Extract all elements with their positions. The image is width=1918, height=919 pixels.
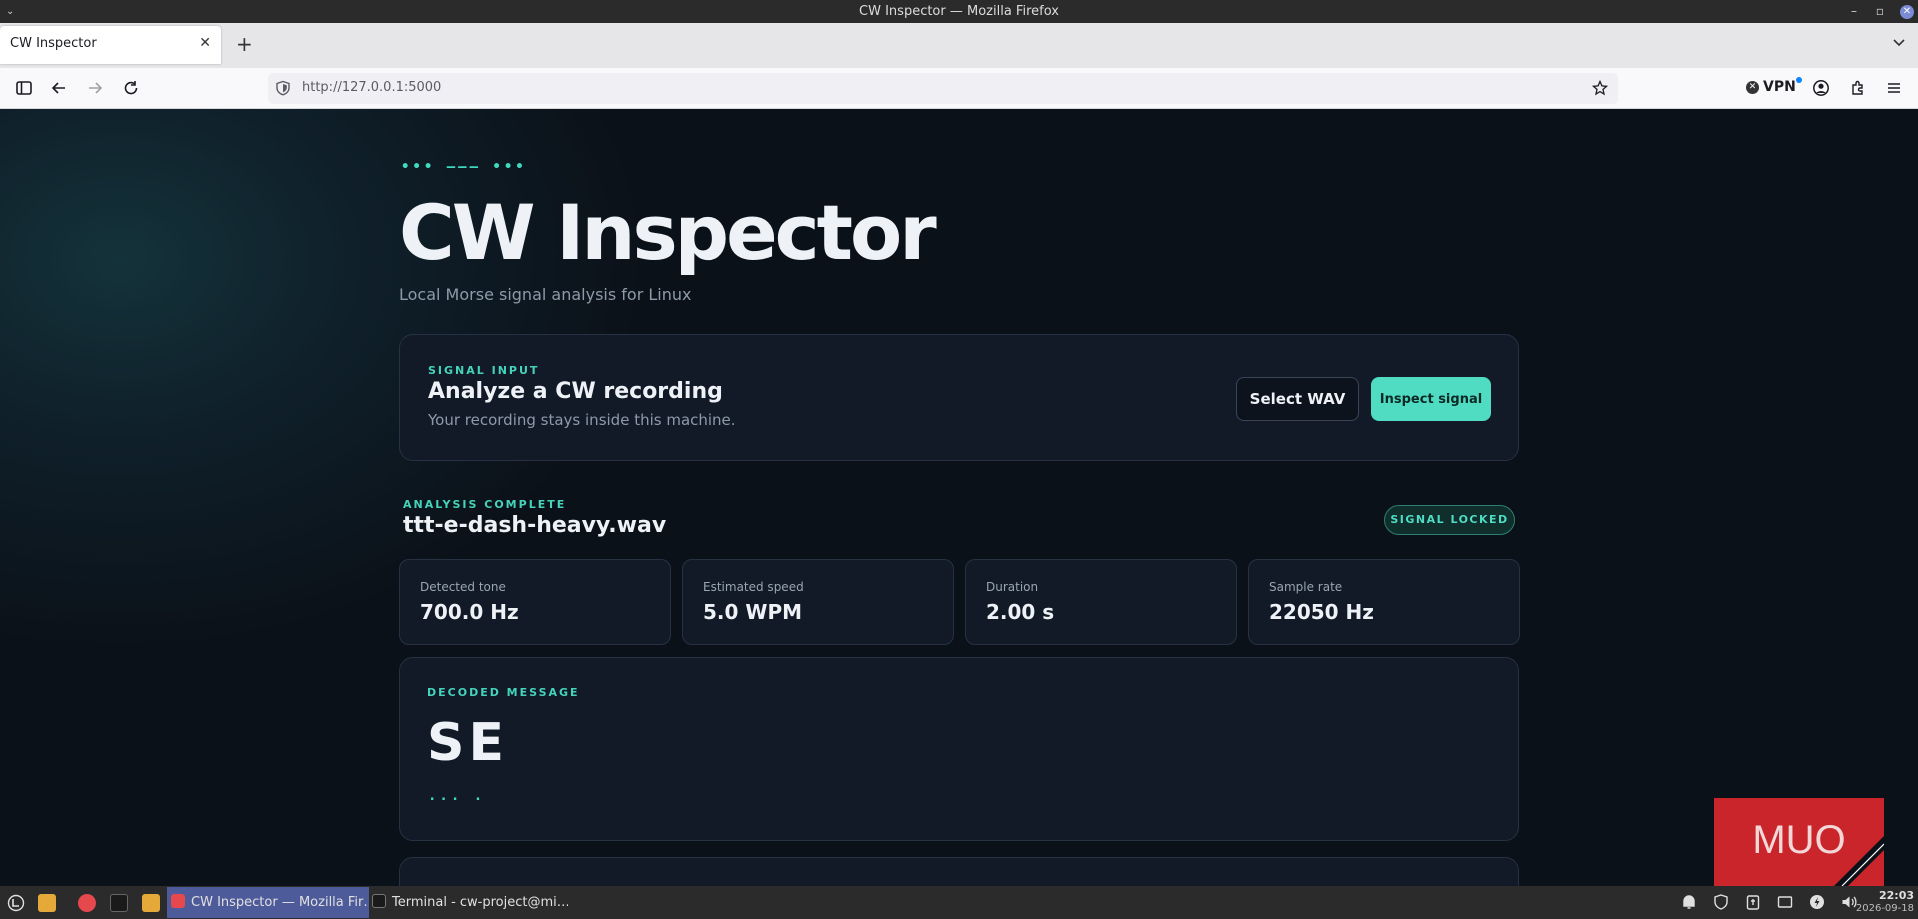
stat-card-sample-rate: Sample rate 22050 Hz [1248, 559, 1520, 645]
taskbar-task-firefox[interactable]: CW Inspector — Mozilla Fir… [167, 887, 369, 918]
files-launcher-icon[interactable] [38, 894, 56, 912]
analyzed-filename: ttt-e-dash-heavy.wav [403, 513, 667, 538]
decoded-message-text: SE [427, 713, 508, 773]
back-icon[interactable] [50, 79, 68, 97]
next-section-card [399, 857, 1519, 886]
decoded-morse-code: ... . [428, 788, 486, 804]
signal-input-eyebrow: SIGNAL INPUT [428, 364, 540, 377]
sidebar-toggle-icon[interactable] [15, 79, 33, 97]
page-viewport: ••• ––– ••• CW Inspector Local Morse sig… [0, 109, 1918, 886]
window-menu-button[interactable]: ⌄ [6, 0, 14, 23]
vpn-label: VPN [1763, 79, 1796, 95]
power-icon[interactable] [1808, 893, 1826, 911]
clock-date: 2026-09-18 [1855, 903, 1914, 914]
tab-strip: CW Inspector ✕ + [0, 23, 1918, 68]
firefox-task-icon [171, 894, 185, 908]
stat-card-detected-tone: Detected tone 700.0 Hz [399, 559, 671, 645]
start-menu-icon[interactable] [7, 894, 25, 912]
terminal-task-icon [372, 894, 386, 908]
signal-input-title: Analyze a CW recording [428, 379, 723, 404]
firefox-launcher-icon[interactable] [78, 894, 96, 912]
forward-icon[interactable] [86, 79, 104, 97]
tracking-protection-icon[interactable] [275, 80, 291, 96]
terminal-launcher-icon[interactable] [110, 894, 128, 912]
list-all-tabs-icon[interactable] [1892, 35, 1906, 49]
vpn-notification-dot [1795, 77, 1802, 83]
page-title: CW Inspector [399, 188, 937, 277]
window-title: CW Inspector — Mozilla Firefox [859, 4, 1059, 19]
stat-value: 700.0 Hz [420, 600, 519, 624]
reload-icon[interactable] [122, 79, 140, 97]
bookmark-star-icon[interactable] [1592, 80, 1608, 96]
select-wav-button[interactable]: Select WAV [1236, 377, 1359, 421]
window-titlebar: ⌄ CW Inspector — Mozilla Firefox – ▫ ✕ [0, 0, 1918, 23]
url-bar[interactable]: http://127.0.0.1:5000 [268, 73, 1618, 104]
morse-decoration: ••• ––– ••• [401, 159, 527, 175]
new-tab-button[interactable]: + [236, 33, 253, 55]
task-label: Terminal - cw-project@mi… [392, 895, 568, 910]
signal-input-subtitle: Your recording stays inside this machine… [428, 411, 736, 429]
task-label: CW Inspector — Mozilla Fir… [191, 895, 369, 910]
stat-value: 2.00 s [986, 600, 1055, 624]
url-text[interactable]: http://127.0.0.1:5000 [302, 80, 441, 95]
status-badge: SIGNAL LOCKED [1384, 505, 1515, 535]
muo-watermark-text: MUO [1752, 818, 1845, 862]
tab-cw-inspector[interactable]: CW Inspector ✕ [0, 26, 221, 64]
navigation-toolbar: http://127.0.0.1:5000 ✕ VPN [0, 68, 1918, 109]
restore-icon[interactable]: ▫ [1874, 0, 1886, 23]
tab-close-icon[interactable]: ✕ [199, 35, 211, 51]
window-controls: – ▫ ✕ [1848, 0, 1914, 23]
tab-title: CW Inspector [10, 36, 97, 51]
clipboard-icon[interactable] [1744, 893, 1762, 911]
analysis-status-eyebrow: ANALYSIS COMPLETE [403, 498, 567, 511]
taskbar-clock[interactable]: 22:03 2026-09-18 [1856, 889, 1914, 915]
notification-bell-icon[interactable] [1680, 893, 1698, 911]
stat-label: Sample rate [1269, 580, 1343, 594]
folder-launcher-icon[interactable] [142, 894, 160, 912]
security-shield-icon[interactable] [1712, 893, 1730, 911]
minimize-icon[interactable]: – [1848, 0, 1860, 23]
inspect-signal-button[interactable]: Inspect signal [1371, 377, 1491, 421]
system-tray [1680, 893, 1858, 911]
stat-value: 22050 Hz [1269, 600, 1374, 624]
page-subtitle: Local Morse signal analysis for Linux [399, 285, 692, 304]
app-menu-icon[interactable] [1885, 79, 1903, 97]
account-icon[interactable] [1812, 79, 1830, 97]
stat-label: Estimated speed [703, 580, 804, 594]
stat-label: Duration [986, 580, 1039, 594]
muo-watermark-logo: MUO [1714, 798, 1884, 886]
decoded-message-eyebrow: DECODED MESSAGE [427, 686, 580, 699]
display-icon[interactable] [1776, 893, 1794, 911]
stat-label: Detected tone [420, 580, 506, 594]
signal-input-card: SIGNAL INPUT Analyze a CW recording Your… [399, 334, 1519, 461]
taskbar-task-terminal[interactable]: Terminal - cw-project@mi… [368, 887, 568, 918]
decoded-message-card: DECODED MESSAGE SE ... . [399, 657, 1519, 841]
stat-card-duration: Duration 2.00 s [965, 559, 1237, 645]
clock-time: 22:03 [1878, 889, 1914, 902]
vpn-button[interactable]: ✕ VPN [1746, 77, 1802, 95]
stat-card-estimated-speed: Estimated speed 5.0 WPM [682, 559, 954, 645]
os-taskbar: CW Inspector — Mozilla Fir… Terminal - c… [0, 886, 1918, 919]
extensions-icon[interactable] [1849, 79, 1867, 97]
vpn-off-icon: ✕ [1746, 80, 1759, 94]
stat-value: 5.0 WPM [703, 600, 803, 624]
close-window-icon[interactable]: ✕ [1900, 4, 1914, 19]
